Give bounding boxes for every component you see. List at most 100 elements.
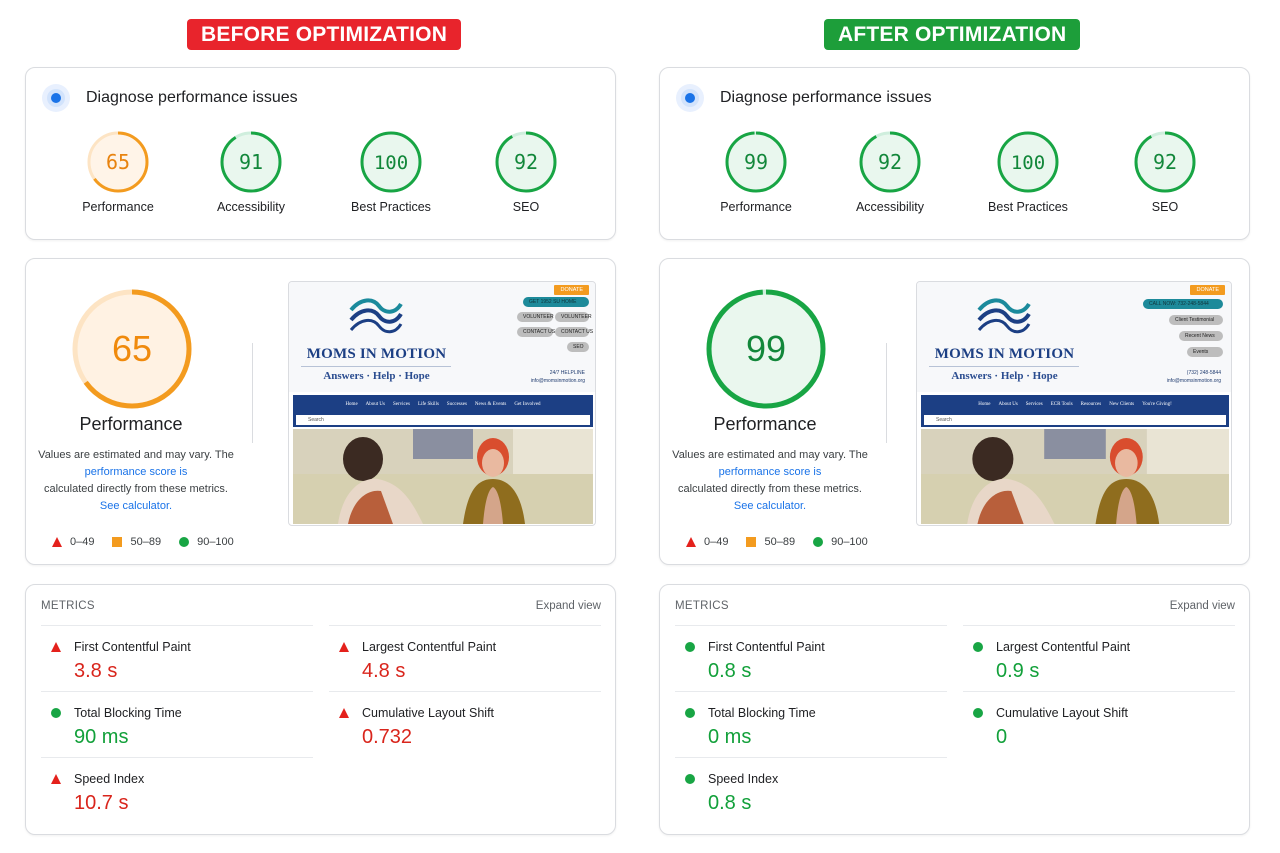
before-column: BEFORE OPTIMIZATION Diagnose performance… (25, 0, 617, 853)
desc-line: calculated directly from these metrics. (43, 483, 228, 495)
performance-score-link[interactable]: performance score is (719, 466, 822, 478)
gauge-value: 65 (106, 150, 130, 174)
site-nav-item[interactable]: Services (393, 402, 410, 407)
metric-value: 3.8 s (74, 660, 118, 682)
site-pill[interactable]: CONTACT US (517, 327, 555, 337)
site-hero-photo (921, 429, 1229, 524)
performance-score-link[interactable]: performance score is (85, 466, 188, 478)
score-gauge-accessibility[interactable]: 92 Accessibility (830, 130, 950, 214)
metric-cls[interactable]: Cumulative Layout Shift 0 (963, 691, 1235, 757)
see-calculator-link[interactable]: See calculator. (734, 500, 806, 512)
site-pill[interactable]: Recent News (1179, 331, 1223, 341)
site-pill[interactable]: CALL NOW: 732-248-5844 (1143, 299, 1223, 309)
site-logo-text: MOMS IN MOTION (934, 346, 1075, 362)
score-gauge-best-practices[interactable]: 100 Best Practices (968, 130, 1088, 214)
gauge-value: 91 (239, 150, 263, 174)
metric-tbt[interactable]: Total Blocking Time 0 ms (675, 691, 947, 757)
expand-view-button[interactable]: Expand view (536, 600, 601, 612)
site-nav-item[interactable]: Home (978, 402, 990, 407)
page-screenshot[interactable]: MOMS IN MOTION Answers · Help · Hope DON… (288, 281, 596, 526)
site-nav-item[interactable]: Resources (1081, 402, 1102, 407)
after-badge: AFTER OPTIMIZATION (824, 19, 1081, 50)
metric-cls[interactable]: Cumulative Layout Shift 0.732 (329, 691, 601, 757)
site-pill[interactable]: CONTACT US (555, 327, 593, 337)
site-search-input[interactable]: Search (924, 415, 1226, 425)
site-tagline: Answers · Help · Hope (323, 370, 430, 382)
metric-tbt[interactable]: Total Blocking Time 90 ms (41, 691, 313, 757)
metric-value: 0.9 s (996, 660, 1040, 682)
site-pill[interactable]: GET 1952 SU HOME (523, 297, 589, 307)
site-nav-item[interactable]: Home (345, 402, 357, 407)
site-phone: 24/7 HELPLINE (549, 370, 585, 376)
metrics-label: METRICS (41, 600, 95, 612)
site-nav-item[interactable]: New Clients (1109, 402, 1134, 407)
metric-name: First Contentful Paint (74, 640, 191, 654)
fail-triangle-icon (51, 642, 61, 652)
score-gauge-seo[interactable]: 92 SEO (1105, 130, 1225, 214)
donate-button[interactable]: DONATE (554, 285, 589, 295)
expand-view-button[interactable]: Expand view (1170, 600, 1235, 612)
site-nav: Home About Us Services ECR Tools Resourc… (921, 395, 1229, 413)
score-gauge-performance[interactable]: 65 Performance (58, 130, 178, 214)
site-nav-item[interactable]: Get Involved (514, 402, 540, 407)
score-gauge-best-practices[interactable]: 100 Best Practices (331, 130, 451, 214)
diagnose-card: Diagnose performance issues 99 Performan… (659, 67, 1250, 240)
score-gauge-accessibility[interactable]: 91 Accessibility (191, 130, 311, 214)
gauge-ring-icon: 100 (360, 131, 422, 193)
site-nav-item[interactable]: ECR Tools (1051, 402, 1073, 407)
site-phone: (732) 248-5844 (1186, 370, 1221, 376)
metric-name: Speed Index (708, 772, 779, 786)
site-pill[interactable]: Events (1187, 347, 1223, 357)
site-pill[interactable]: SEO (567, 342, 589, 352)
metrics-card: METRICS Expand view First Contentful Pai… (659, 584, 1250, 835)
site-nav-item[interactable]: Life Skills (418, 402, 439, 407)
site-header: MOMS IN MOTION Answers · Help · Hope DON… (289, 282, 595, 392)
before-badge: BEFORE OPTIMIZATION (187, 19, 462, 50)
site-hero-photo (293, 429, 593, 524)
diagnose-title: Diagnose performance issues (86, 89, 298, 106)
site-search: Search (921, 413, 1229, 427)
pass-circle-icon (973, 642, 983, 652)
performance-card: 65 Performance Values are estimated and … (25, 258, 616, 565)
metric-lcp[interactable]: Largest Contentful Paint 0.9 s (963, 625, 1235, 691)
metric-fcp[interactable]: First Contentful Paint 3.8 s (41, 625, 313, 691)
page-screenshot[interactable]: MOMS IN MOTION Answers · Help · Hope DON… (916, 281, 1232, 526)
site-pill[interactable]: VOLUNTEER (555, 312, 592, 322)
donate-button[interactable]: DONATE (1190, 285, 1225, 295)
divider (252, 343, 253, 443)
site-pill[interactable]: VOLUNTEER (517, 312, 554, 322)
score-gauge-seo[interactable]: 92 SEO (466, 130, 586, 214)
site-nav-item[interactable]: Services (1026, 402, 1043, 407)
site-nav-item[interactable]: About Us (998, 402, 1017, 407)
diagnose-header: Diagnose performance issues (42, 84, 298, 112)
site-header: MOMS IN MOTION Answers · Help · Hope DON… (917, 282, 1231, 392)
desc-line: Values are estimated and may vary. The (672, 449, 868, 461)
site-nav-item[interactable]: Successes (447, 402, 467, 407)
metric-fcp[interactable]: First Contentful Paint 0.8 s (675, 625, 947, 691)
site-logo-text: MOMS IN MOTION (306, 346, 447, 362)
metrics-header: METRICS Expand view (41, 600, 601, 612)
logo-underline (929, 366, 1079, 367)
site-nav-item[interactable]: News & Events (475, 402, 506, 407)
score-gauge-performance[interactable]: 99 Performance (696, 130, 816, 214)
metric-si[interactable]: Speed Index 0.8 s (675, 757, 947, 823)
see-calculator-link[interactable]: See calculator. (100, 500, 172, 512)
gauge-value: 99 (744, 150, 768, 174)
metric-lcp[interactable]: Largest Contentful Paint 4.8 s (329, 625, 601, 691)
metric-name: Total Blocking Time (74, 706, 182, 720)
performance-title: Performance (713, 414, 817, 434)
fail-triangle-icon (52, 537, 62, 547)
site-nav-item[interactable]: About Us (366, 402, 385, 407)
metric-name: Largest Contentful Paint (996, 640, 1131, 654)
wave-logo-icon (349, 298, 403, 334)
metric-si[interactable]: Speed Index 10.7 s (41, 757, 313, 823)
site-pill[interactable]: Client Testimonial (1169, 315, 1223, 325)
performance-score: 65 (112, 328, 152, 369)
site-search-input[interactable]: Search (296, 415, 590, 425)
performance-description: Values are estimated and may vary. The p… (670, 447, 870, 515)
legend-average: 50–89 (764, 536, 796, 548)
pass-circle-icon (973, 708, 983, 718)
site-nav-item[interactable]: You're Giving! (1142, 402, 1172, 407)
metrics-label: METRICS (675, 600, 729, 612)
pass-circle-icon (685, 708, 695, 718)
